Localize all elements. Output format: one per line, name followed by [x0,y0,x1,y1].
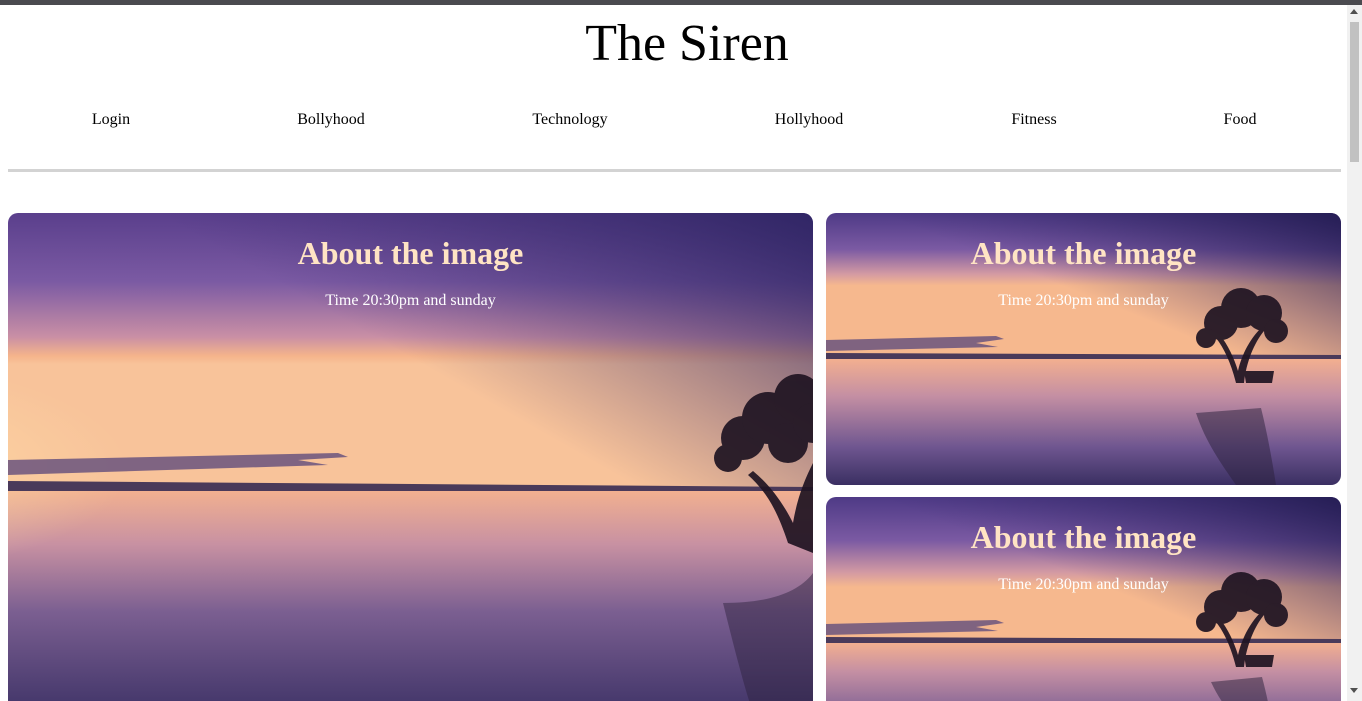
card-caption: Time 20:30pm and sunday [998,576,1169,593]
card-caption: Time 20:30pm and sunday [325,292,496,309]
nav-link-fitness[interactable]: Fitness [1011,109,1056,131]
site-title: The Siren [585,15,789,72]
vertical-scrollbar[interactable] [1347,5,1362,701]
nav-link-technology[interactable]: Technology [532,109,607,131]
scroll-down-arrow-icon[interactable] [1350,688,1358,693]
featured-card[interactable]: About the image Time 20:30pm and sunday [8,213,813,701]
page: The Siren Login Bollyhood Technology Hol… [0,5,1347,701]
nav-link-bollyhood[interactable]: Bollyhood [297,109,365,131]
nav-link-food[interactable]: Food [1224,109,1257,131]
card-heading: About the image [970,235,1197,271]
card-heading: About the image [970,519,1197,555]
card-caption: Time 20:30pm and sunday [998,292,1169,309]
nav-link-login[interactable]: Login [92,109,130,131]
card-heading: About the image [297,235,524,271]
scroll-up-arrow-icon[interactable] [1350,9,1358,14]
nav-link-hollyhood[interactable]: Hollyhood [775,109,843,131]
nav-divider [8,169,1341,172]
side-card-top[interactable]: About the image Time 20:30pm and sunday [826,213,1341,485]
sunset-lake-image [8,213,813,701]
scrollbar-thumb[interactable] [1350,22,1359,162]
side-card-bottom[interactable]: About the image Time 20:30pm and sunday [826,497,1341,701]
